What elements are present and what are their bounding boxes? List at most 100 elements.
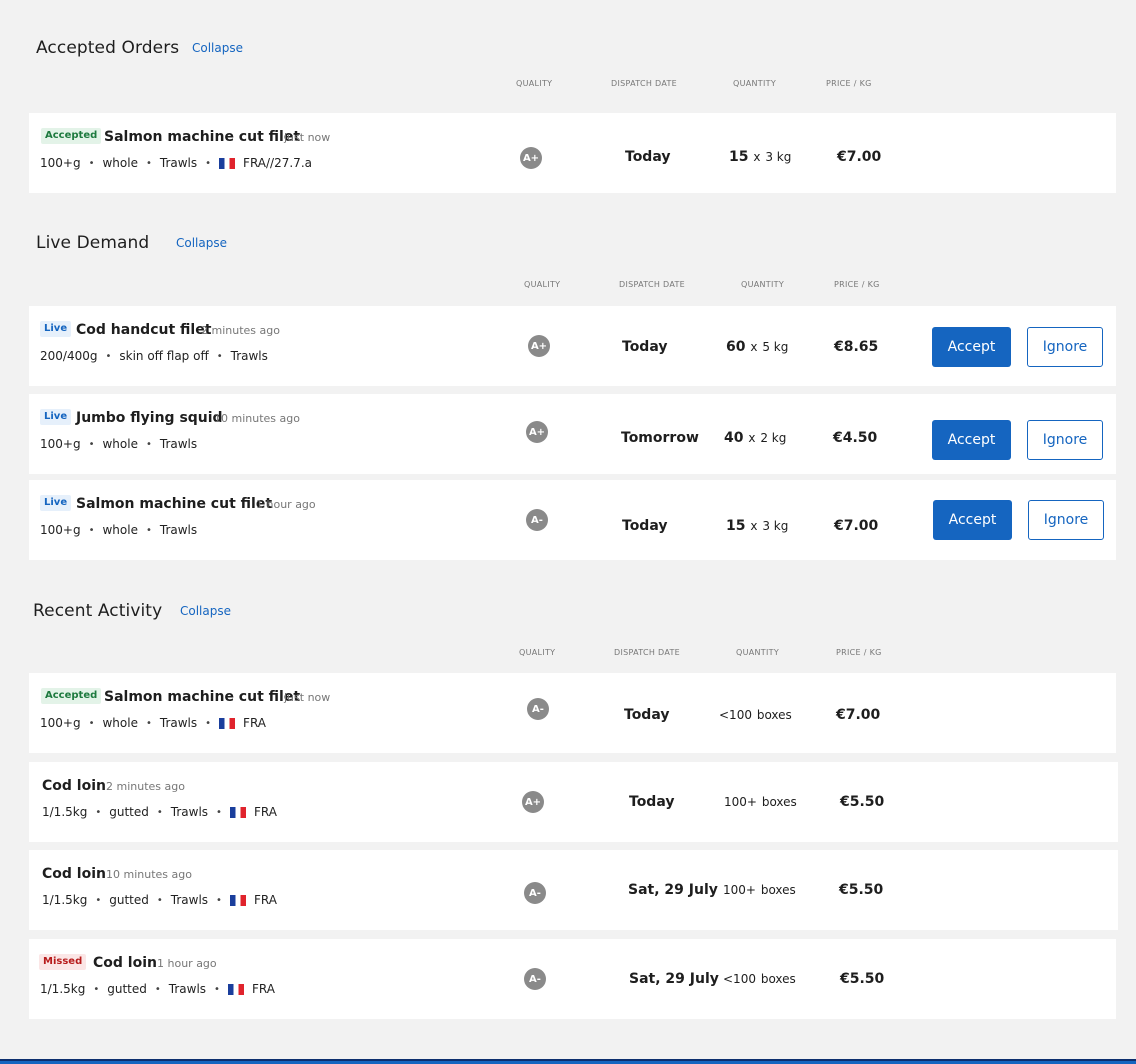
grade-circle-icon: A+ — [520, 147, 542, 169]
demand-row[interactable]: Live Salmon machine cut filet 1 hour ago… — [29, 480, 1116, 560]
method: Trawls — [159, 716, 198, 730]
origin: FRA — [253, 805, 277, 819]
col-header-quality: QUALITY — [516, 79, 553, 88]
timestamp: 2 minutes ago — [106, 780, 185, 793]
france-flag-icon — [227, 983, 244, 995]
quantity: 60 x 5 kg — [726, 339, 789, 355]
size: 100+g — [40, 523, 81, 537]
col-header-price: PRICE / KG — [836, 648, 882, 657]
method: Trawls — [230, 349, 268, 363]
cut: gutted — [109, 805, 149, 819]
col-header-quantity: QUANTITY — [733, 79, 777, 88]
grade-circle-icon: A+ — [522, 791, 544, 813]
col-header-price: PRICE / KG — [834, 280, 880, 289]
ignore-button[interactable]: Ignore — [1027, 420, 1103, 460]
price: €5.50 — [840, 971, 885, 987]
section-title: Accepted Orders — [36, 38, 180, 58]
order-row[interactable]: Accepted Salmon machine cut filet just n… — [29, 113, 1116, 193]
grade-circle-icon: A+ — [526, 421, 548, 443]
status-badge: Missed — [39, 954, 87, 970]
accept-button[interactable]: Accept — [932, 420, 1011, 460]
price: €5.50 — [840, 794, 885, 810]
price: €7.00 — [837, 149, 882, 165]
accept-button[interactable]: Accept — [933, 500, 1012, 540]
origin: FRA//27.7.a — [243, 156, 312, 170]
collapse-link[interactable]: Collapse — [176, 236, 227, 250]
timestamp: 1 hour ago — [256, 498, 316, 511]
origin: FRA — [251, 982, 275, 996]
grade-circle-icon: A- — [527, 698, 549, 720]
product-name: Jumbo flying squid — [76, 410, 223, 426]
ignore-button[interactable]: Ignore — [1027, 327, 1103, 367]
grade-circle-icon: A- — [526, 509, 548, 531]
price: €8.65 — [834, 339, 879, 355]
dispatch-date: Sat, 29 July — [629, 971, 719, 987]
activity-row[interactable]: Missed Cod loin 1 hour ago 1/1.5kg • gutt… — [29, 939, 1116, 1019]
quantity: <100 boxes — [719, 708, 792, 722]
activity-row[interactable]: Cod loin 2 minutes ago 1/1.5kg • gutted • … — [29, 762, 1118, 842]
activity-row[interactable]: Cod loin 10 minutes ago 1/1.5kg • gutted •… — [29, 850, 1118, 930]
product-details: 1/1.5kg • gutted • Trawls • FRA — [40, 982, 275, 996]
dispatch-date: Today — [625, 149, 671, 165]
status-badge: Accepted — [41, 128, 102, 144]
size: 1/1.5kg — [42, 805, 88, 819]
quantity: <100 boxes — [723, 972, 796, 986]
col-header-dispatch: DISPATCH DATE — [619, 280, 686, 289]
col-header-dispatch: DISPATCH DATE — [611, 79, 678, 88]
size: 100+g — [40, 716, 81, 730]
product-details: 1/1.5kg • gutted • Trawls • FRA — [42, 893, 277, 907]
ignore-button[interactable]: Ignore — [1028, 500, 1104, 540]
section-title: Live Demand — [36, 233, 150, 253]
product-details: 100+g • whole • Trawls • FRA — [40, 716, 267, 730]
quantity: 15 x 3 kg — [729, 149, 792, 165]
product-name: Cod loin — [42, 866, 106, 882]
timestamp: 10 minutes ago — [106, 868, 192, 881]
product-name: Cod loin — [93, 955, 157, 971]
product-details: 200/400g • skin off flap off • Trawls — [40, 349, 268, 363]
origin: FRA — [253, 893, 277, 907]
dispatch-date: Today — [622, 339, 668, 355]
price: €7.00 — [836, 707, 881, 723]
quantity: 15 x 3 kg — [726, 518, 789, 534]
method: Trawls — [159, 437, 198, 451]
size: 200/400g — [40, 349, 98, 363]
status-badge: Accepted — [41, 688, 102, 704]
demand-row[interactable]: Live Cod handcut filet 2 minutes ago 200… — [29, 306, 1116, 386]
origin: FRA — [243, 716, 267, 730]
dispatch-date: Today — [629, 794, 675, 810]
timestamp: just now — [284, 131, 331, 144]
status-badge: Live — [40, 495, 72, 511]
activity-row[interactable]: Accepted Salmon machine cut filet just n… — [29, 673, 1116, 753]
product-details: 1/1.5kg • gutted • Trawls • FRA — [42, 805, 277, 819]
col-header-dispatch: DISPATCH DATE — [614, 648, 681, 657]
section-title: Recent Activity — [33, 601, 163, 621]
product-name: Salmon machine cut filet — [76, 496, 273, 512]
grade-circle-icon: A+ — [528, 335, 550, 357]
dispatch-date: Today — [624, 707, 670, 723]
product-name: Salmon machine cut filet — [104, 129, 301, 145]
france-flag-icon — [229, 894, 246, 906]
dispatch-date: Tomorrow — [621, 430, 699, 446]
grade-circle-icon: A- — [524, 882, 546, 904]
status-badge: Live — [40, 321, 72, 337]
product-name: Cod loin — [42, 778, 106, 794]
france-flag-icon — [219, 717, 236, 729]
method: Trawls — [159, 156, 198, 170]
collapse-link[interactable]: Collapse — [180, 604, 231, 618]
size: 1/1.5kg — [40, 982, 86, 996]
col-header-quantity: QUANTITY — [736, 648, 780, 657]
grade-circle-icon: A- — [524, 968, 546, 990]
product-details: 100+g • whole • Trawls — [40, 523, 198, 537]
quantity: 40 x 2 kg — [724, 430, 787, 446]
demand-row[interactable]: Live Jumbo flying squid 10 minutes ago 1… — [29, 394, 1116, 474]
timestamp: 2 minutes ago — [201, 324, 280, 337]
product-details: 100+g • whole • Trawls — [40, 437, 198, 451]
quantity: 100+ boxes — [724, 795, 797, 809]
france-flag-icon — [219, 157, 236, 169]
status-badge: Live — [40, 409, 72, 425]
timestamp: 1 hour ago — [157, 957, 217, 970]
accept-button[interactable]: Accept — [932, 327, 1011, 367]
collapse-link[interactable]: Collapse — [192, 41, 243, 55]
price: €5.50 — [839, 882, 884, 898]
size: 100+g — [40, 437, 81, 451]
